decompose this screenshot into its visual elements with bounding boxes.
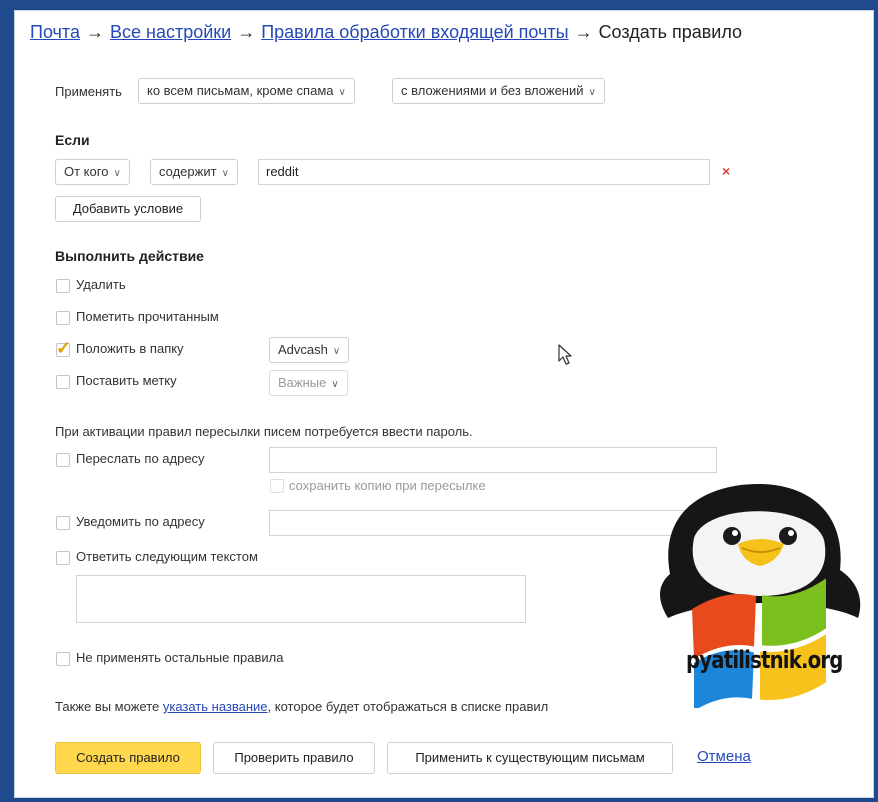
apply-existing-button[interactable]: Применить к существующим письмам (387, 742, 673, 774)
forward-label: Переслать по адресу (76, 451, 205, 466)
reply-text-area[interactable] (76, 575, 526, 623)
tag-dropdown[interactable]: Важные ∨ (269, 370, 348, 396)
breadcrumb-separator: → (574, 22, 593, 42)
delete-label: Удалить (76, 277, 126, 292)
move-to-folder-checkbox[interactable]: ✓ (56, 338, 71, 358)
reply-label: Ответить следующим текстом (76, 549, 258, 564)
forward-password-note: При активации правил пересылки писем пот… (55, 424, 473, 439)
condition-operator-value: содержит (159, 164, 217, 179)
notify-label: Уведомить по адресу (76, 514, 205, 529)
tag-value: Важные (278, 375, 327, 390)
rule-name-hint: Также вы можете указать название, которо… (55, 699, 548, 714)
breadcrumb-mail-link[interactable]: Почта (30, 22, 80, 42)
attachments-value: с вложениями и без вложений (401, 83, 584, 98)
mark-read-checkbox[interactable] (56, 311, 70, 325)
chevron-down-icon: ∨ (332, 346, 341, 357)
stop-rules-checkbox[interactable] (56, 652, 70, 666)
condition-value-input[interactable]: reddit (258, 159, 710, 185)
keep-copy-checkbox[interactable] (270, 479, 284, 493)
condition-field-value: От кого (64, 164, 109, 179)
set-label-label: Поставить метку (76, 373, 177, 388)
breadcrumb-current: Создать правило (598, 22, 743, 42)
chevron-down-icon: ∨ (338, 87, 346, 98)
rule-name-hint-after: , которое будет отображаться в списке пр… (267, 699, 549, 714)
folder-value: Advcash (278, 342, 328, 357)
reply-checkbox[interactable] (56, 551, 70, 565)
set-rule-name-link[interactable]: указать название (163, 699, 268, 714)
condition-operator-dropdown[interactable]: содержит ∨ (150, 159, 238, 185)
forward-address-input[interactable] (269, 447, 717, 473)
set-label-checkbox[interactable] (56, 375, 70, 389)
check-rule-button[interactable]: Проверить правило (213, 742, 375, 774)
apply-scope-dropdown[interactable]: ко всем письмам, кроме спама ∨ (138, 78, 355, 104)
remove-condition-icon[interactable]: × (722, 163, 730, 179)
mouse-cursor-icon (558, 344, 572, 365)
chevron-down-icon: ∨ (113, 168, 121, 179)
chevron-down-icon: ∨ (331, 379, 339, 390)
forward-checkbox[interactable] (56, 453, 70, 467)
watermark-text: pyatilistnik.org (686, 646, 843, 674)
apply-label: Применять (55, 84, 122, 99)
actions-heading: Выполнить действие (55, 248, 204, 264)
move-to-folder-label: Положить в папку (76, 341, 184, 356)
attachments-dropdown[interactable]: с вложениями и без вложений ∨ (392, 78, 605, 104)
checkmark-icon: ✓ (56, 338, 72, 358)
notify-checkbox[interactable] (56, 516, 70, 530)
breadcrumb: Почта → Все настройки → Правила обработки вх… (30, 22, 742, 43)
cancel-link[interactable]: Отмена (697, 748, 751, 765)
breadcrumb-settings-link[interactable]: Все настройки (110, 22, 231, 42)
rule-name-hint-before: Также вы можете (55, 699, 163, 714)
folder-dropdown[interactable]: Advcash ∨ (269, 337, 350, 363)
breadcrumb-separator: → (237, 22, 256, 42)
keep-copy-label: сохранить копию при пересылке (289, 478, 486, 493)
add-condition-button[interactable]: Добавить условие (55, 196, 201, 222)
condition-field-dropdown[interactable]: От кого ∨ (55, 159, 130, 185)
apply-scope-value: ко всем письмам, кроме спама (147, 83, 334, 98)
mark-read-label: Пометить прочитанным (76, 309, 219, 324)
chevron-down-icon: ∨ (588, 87, 596, 98)
condition-heading: Если (55, 132, 90, 148)
breadcrumb-separator: → (85, 22, 104, 42)
breadcrumb-rules-link[interactable]: Правила обработки входящей почты (261, 22, 568, 42)
delete-checkbox[interactable] (56, 279, 70, 293)
create-rule-button[interactable]: Создать правило (55, 742, 201, 774)
stop-rules-label: Не применять остальные правила (76, 650, 284, 665)
chevron-down-icon: ∨ (221, 168, 229, 179)
